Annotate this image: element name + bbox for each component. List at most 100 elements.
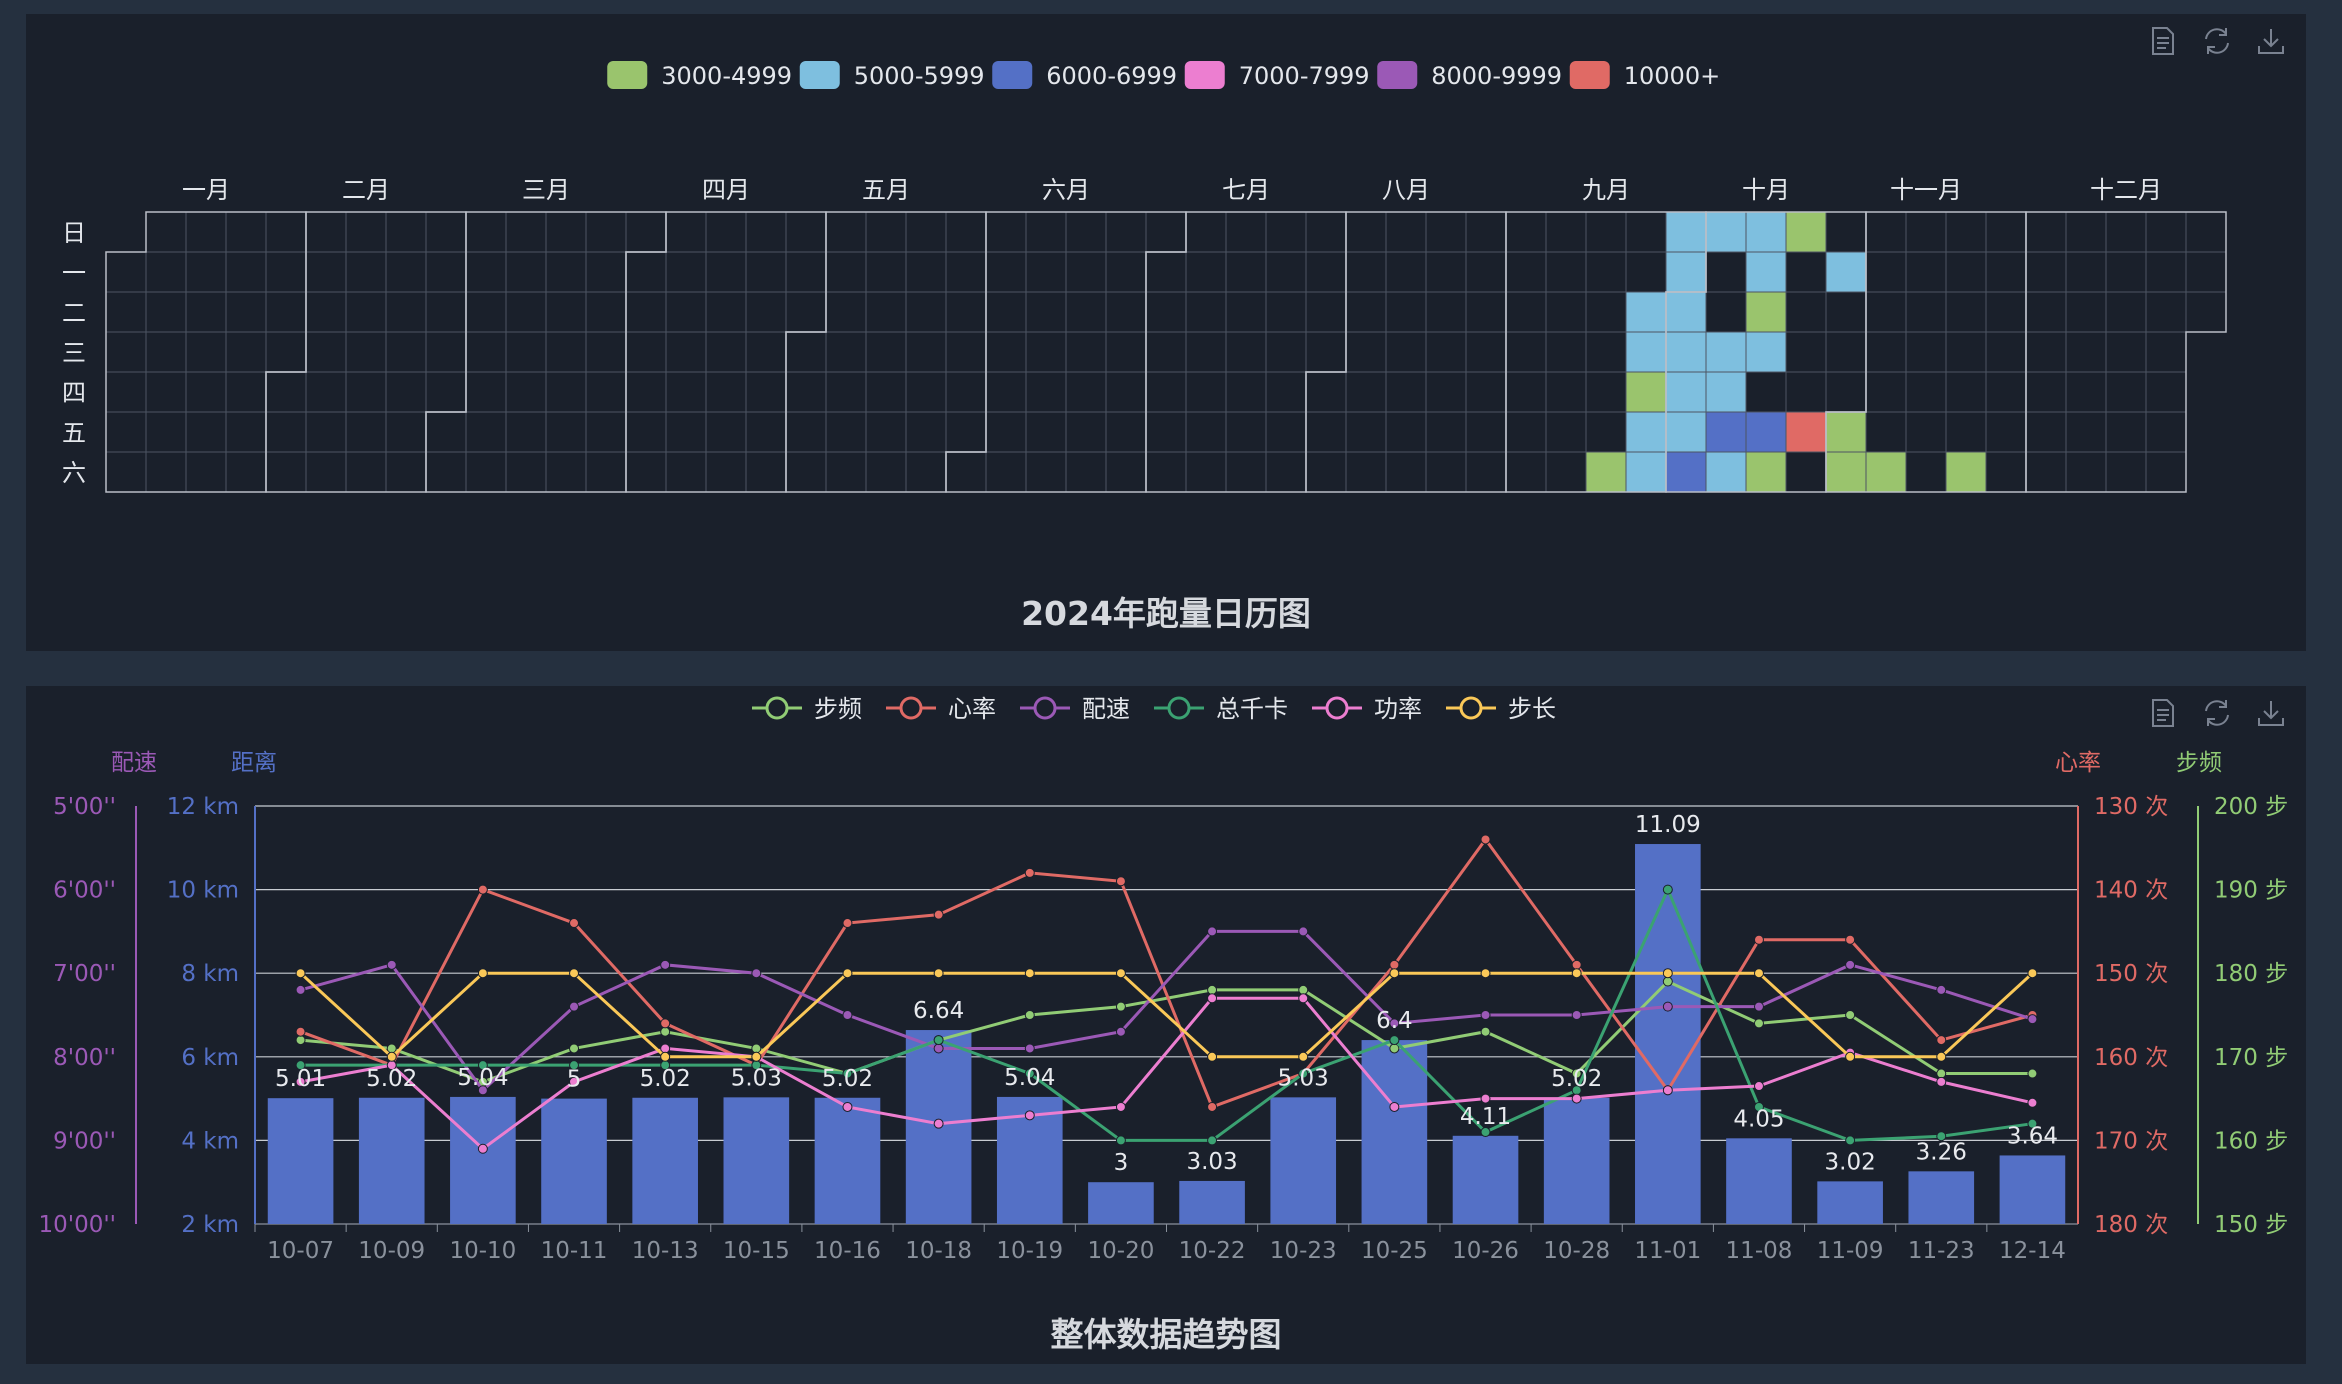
series-point-心率 (1936, 1035, 1947, 1046)
calendar-weekday-labels: 日一二三四五六 (62, 219, 86, 487)
calendar-day-2024-01-05 (105, 411, 147, 453)
calendar-day-2024-11-07 (1865, 371, 1907, 413)
calendar-day-2024-06-28 (1105, 411, 1147, 453)
calendar-day-2024-09-05 (1505, 371, 1547, 413)
calendar-day-2024-03-17 (545, 211, 587, 253)
calendar-day-2024-01-11 (145, 371, 187, 413)
series-point-总千卡 (1389, 1035, 1400, 1046)
calendar-day-2024-11-11 (1905, 251, 1947, 293)
calendar-day-2024-11-10 (1905, 211, 1947, 253)
calendar-day-2024-09-18 (1585, 331, 1627, 373)
calendar-day-2024-02-17 (345, 451, 387, 493)
calendar-day-2024-02-29 (425, 371, 467, 413)
series-point-配速 (569, 1001, 580, 1012)
calendar-day-value-2024-10-18 (1746, 412, 1786, 452)
legend-item-7000-7999[interactable]: 7000-7999 (1184, 61, 1370, 90)
calendar-day-2024-07-13 (1185, 451, 1227, 493)
calendar-day-2024-08-16 (1385, 411, 1427, 453)
calendar-day-2024-03-08 (465, 411, 507, 453)
series-point-步长 (1207, 1051, 1218, 1062)
calendar-day-value-2024-09-26 (1626, 372, 1666, 412)
series-point-心率 (1389, 959, 1400, 970)
legend-item-10000+[interactable]: 10000+ (1569, 61, 1720, 90)
calendar-day-2024-01-18 (185, 371, 227, 413)
calendar-day-2024-03-21 (545, 371, 587, 413)
calendar-day-2024-01-23 (225, 291, 267, 333)
weekday-label: 五 (62, 419, 86, 447)
calendar-day-2024-11-20 (1945, 331, 1987, 373)
legend-item-功率[interactable]: 功率 (1312, 695, 1422, 723)
calendar-day-2024-01-31 (265, 331, 307, 373)
calendar-day-2024-05-26 (945, 211, 987, 253)
series-point-配速 (1115, 1026, 1126, 1037)
calendar-day-2024-05-30 (945, 371, 987, 413)
distance-bar-10-15 (723, 1097, 790, 1224)
calendar-day-2024-01-06 (105, 451, 147, 493)
distance-label: 3.03 (1186, 1149, 1237, 1175)
calendar-day-value-2024-10-03 (1666, 372, 1706, 412)
weekday-label: 六 (62, 459, 86, 487)
legend-item-总千卡[interactable]: 总千卡 (1154, 695, 1288, 723)
calendar-day-2024-04-20 (705, 451, 747, 493)
series-point-配速 (842, 1010, 853, 1020)
legend-item-6000-6999[interactable]: 6000-6999 (992, 61, 1177, 90)
series-point-总千卡 (933, 1035, 944, 1046)
distance-label: 11.09 (1635, 812, 1701, 838)
distance-label: 5.04 (1004, 1065, 1055, 1091)
calendar-day-2024-12-23 (2145, 251, 2187, 293)
calendar-day-2024-05-19 (905, 211, 947, 253)
series-point-总千卡 (1207, 1135, 1218, 1146)
calendar-day-2024-05-12 (865, 211, 907, 253)
month-border-8 (1305, 211, 1507, 493)
distance-tick-label: 4 km (181, 1128, 239, 1154)
legend-item-步频[interactable]: 步频 (752, 695, 862, 723)
series-point-步长 (1845, 1051, 1856, 1062)
series-point-步长 (660, 1051, 671, 1062)
calendar-day-2024-08-29 (1465, 371, 1507, 413)
calendar-day-2024-10-26 (1785, 451, 1827, 493)
calendar-day-2024-03-29 (585, 411, 627, 453)
legend-item-8000-9999[interactable]: 8000-9999 (1377, 61, 1562, 90)
calendar-day-2024-04-27 (745, 451, 787, 493)
series-point-总千卡 (1115, 1135, 1126, 1146)
calendar-day-2024-08-02 (1305, 411, 1347, 453)
calendar-day-2024-07-21 (1265, 211, 1307, 253)
month-border-4 (625, 211, 827, 493)
calendar-day-2024-10-24 (1785, 371, 1827, 413)
calendar-day-2024-12-27 (2145, 411, 2187, 453)
series-point-步长 (569, 968, 580, 979)
legend-item-3000-4999[interactable]: 3000-4999 (607, 61, 792, 90)
calendar-day-2024-03-15 (505, 411, 547, 453)
series-point-步频 (295, 1035, 306, 1046)
distance-bar-10-22 (1179, 1180, 1245, 1224)
calendar-day-2024-11-21 (1945, 371, 1987, 413)
calendar-day-2024-11-30 (1985, 451, 2027, 493)
calendar-day-2024-06-30 (1145, 211, 1187, 253)
legend-item-5000-5999[interactable]: 5000-5999 (799, 61, 985, 90)
calendar-day-2024-07-27 (1265, 451, 1307, 493)
series-point-步频 (1115, 1001, 1126, 1012)
heart-tick-label: 140 次 (2094, 878, 2168, 904)
series-point-总千卡 (1662, 884, 1673, 895)
x-tick-label: 10-22 (1179, 1238, 1246, 1264)
calendar-day-2024-06-12 (1025, 331, 1067, 373)
calendar-day-2024-05-06 (825, 251, 867, 293)
calendar-day-2024-08-22 (1425, 371, 1467, 413)
series-point-步频 (1753, 1018, 1764, 1029)
legend-item-步长[interactable]: 步长 (1446, 695, 1556, 723)
distance-label: 6.4 (1376, 1008, 1413, 1034)
weekday-label: 一 (62, 259, 86, 287)
calendar-day-2024-04-17 (705, 331, 747, 373)
trend-legend: 步频 心率 配速 总千卡 功率 步长 (752, 695, 1556, 723)
x-tick-label: 10-26 (1452, 1238, 1519, 1264)
calendar-day-2024-08-13 (1385, 291, 1427, 333)
distance-label: 6.64 (913, 998, 964, 1024)
calendar-day-2024-04-12 (665, 411, 707, 453)
calendar-day-2024-06-15 (1025, 451, 1067, 493)
legend-item-心率[interactable]: 心率 (886, 695, 996, 723)
series-point-心率 (660, 1018, 671, 1029)
calendar-day-2024-11-29 (1985, 411, 2027, 453)
pace-tick-label: 8'00'' (53, 1045, 116, 1071)
series-point-功率 (1480, 1093, 1491, 1104)
legend-item-配速[interactable]: 配速 (1020, 695, 1130, 723)
